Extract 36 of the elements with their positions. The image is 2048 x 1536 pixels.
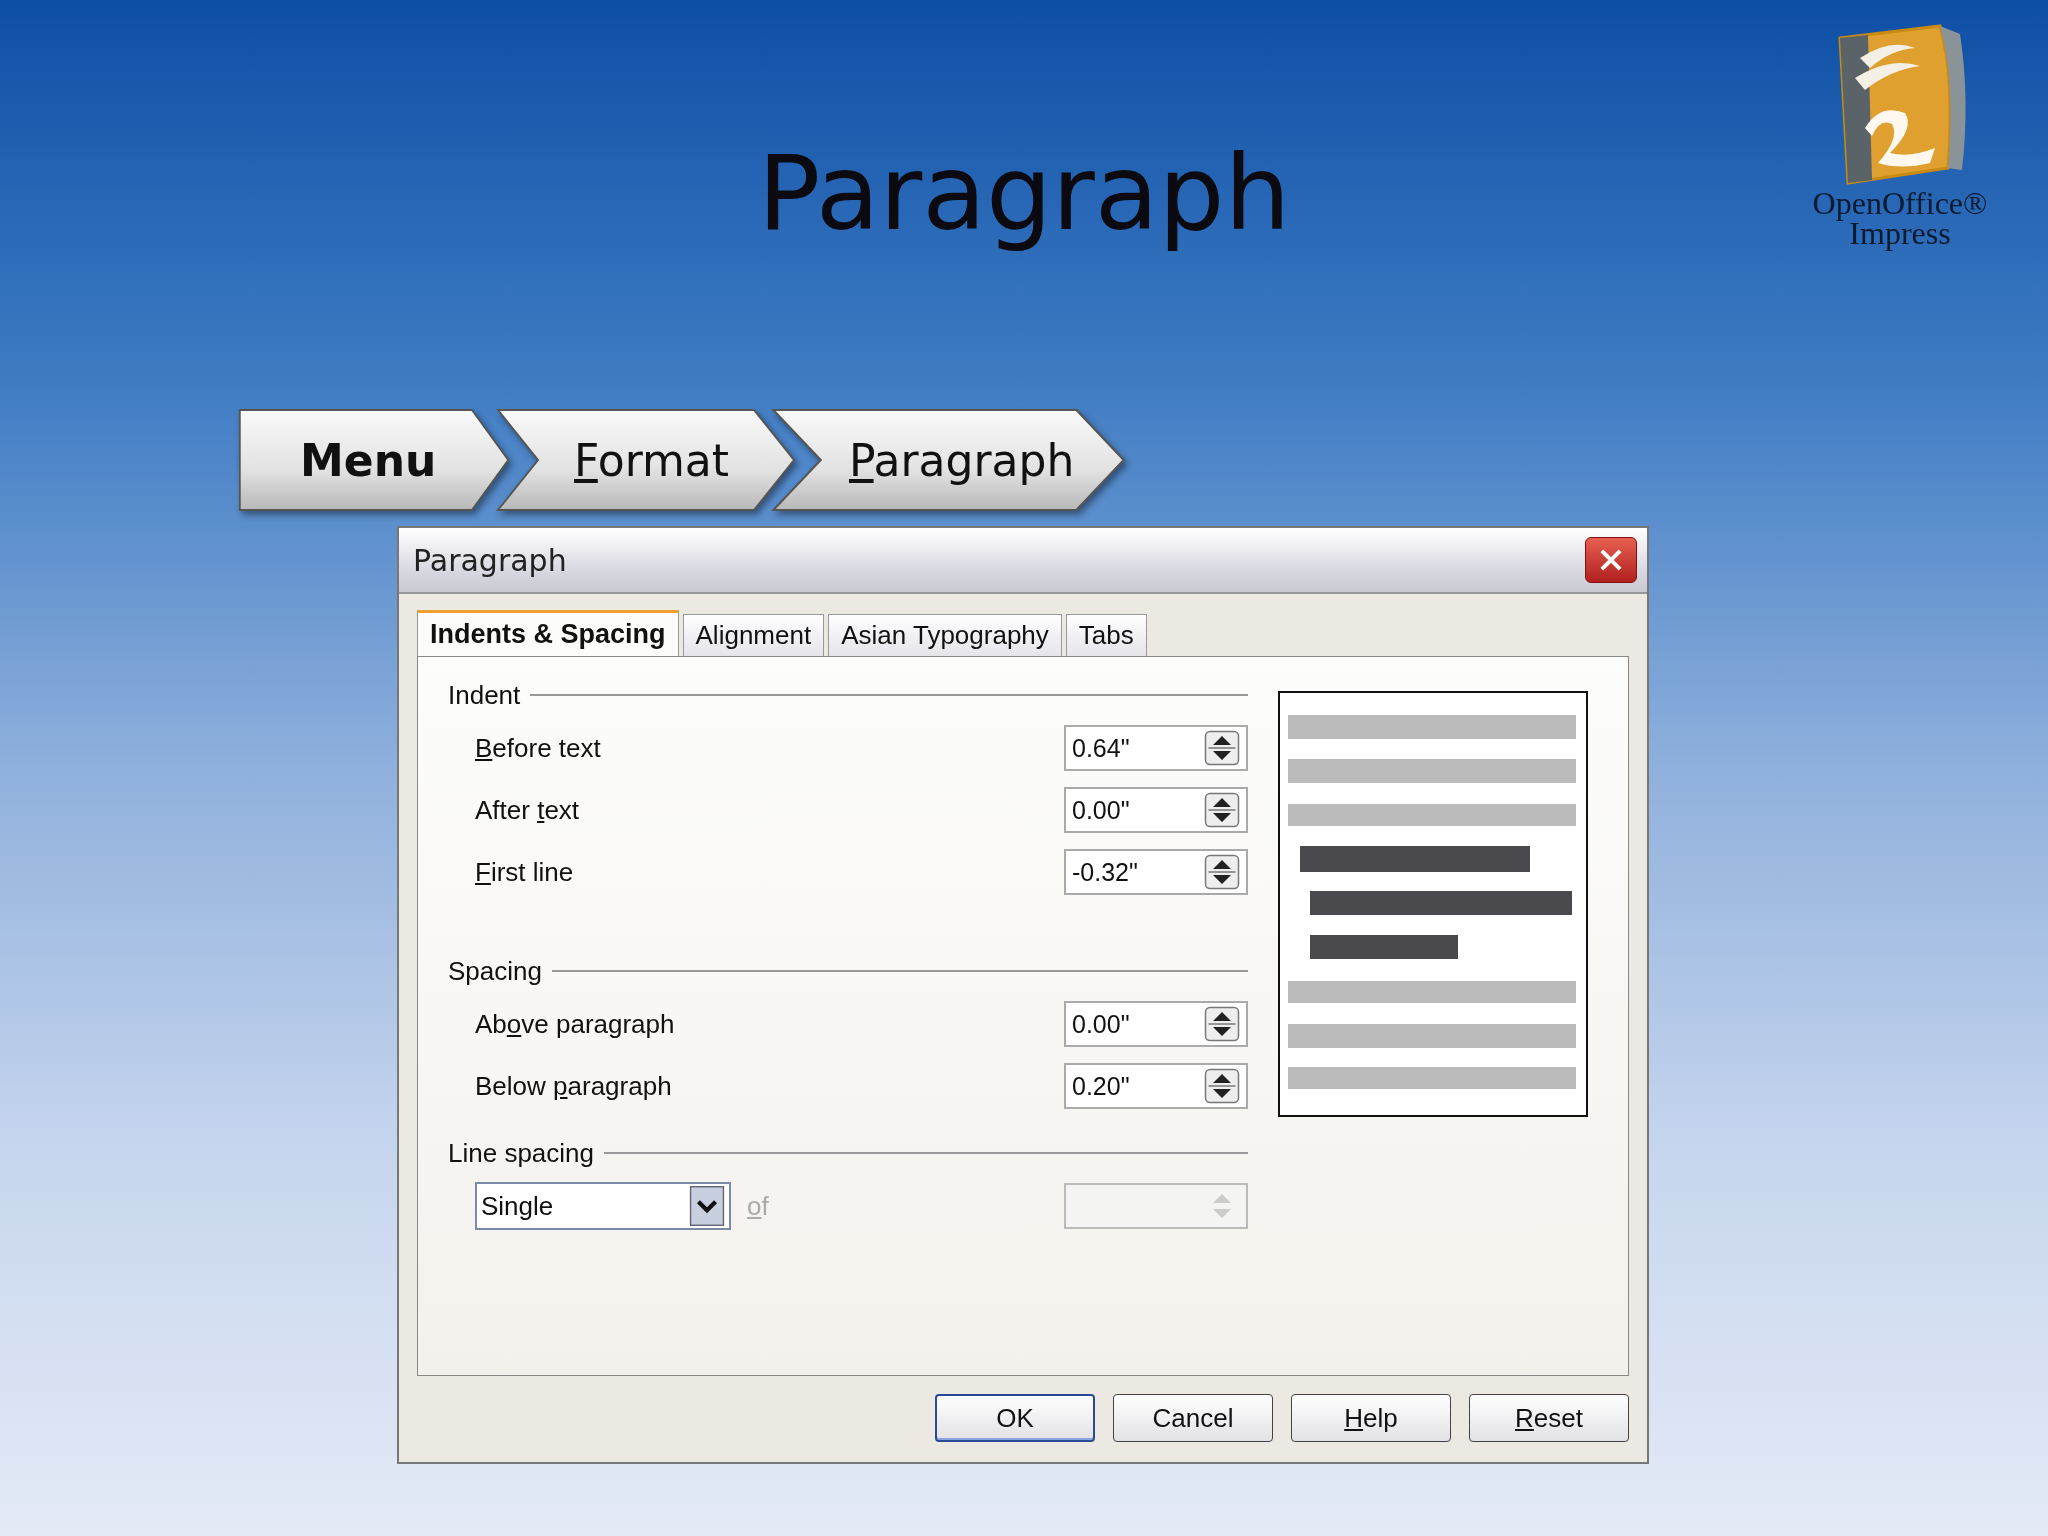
spin-field[interactable]: 0.64" bbox=[1064, 725, 1248, 771]
tab[interactable]: Indents & Spacing bbox=[417, 610, 679, 656]
field-label: After text bbox=[475, 794, 580, 826]
tab[interactable]: Asian Typography bbox=[828, 614, 1062, 656]
dialog-button[interactable]: OK bbox=[935, 1394, 1095, 1442]
spin-arrows-icon bbox=[1204, 730, 1240, 766]
dialog-button[interactable]: Help bbox=[1291, 1394, 1451, 1442]
field-label: of bbox=[747, 1190, 769, 1222]
tab[interactable]: Tabs bbox=[1065, 614, 1147, 656]
caret-icon bbox=[688, 1186, 726, 1226]
field-label: First line bbox=[475, 856, 574, 888]
spin-arrows-icon bbox=[1204, 854, 1240, 890]
breadcrumb-step: Menu bbox=[238, 408, 510, 512]
close-icon bbox=[1598, 547, 1624, 573]
spin-arrows-icon bbox=[1204, 792, 1240, 828]
dialog-button[interactable]: Cancel bbox=[1113, 1394, 1273, 1442]
spin-field[interactable]: 0.00" bbox=[1064, 787, 1248, 833]
dropdown[interactable]: Single bbox=[475, 1182, 731, 1230]
spin-arrows-icon bbox=[1204, 1068, 1240, 1104]
field-label: Below paragraph bbox=[475, 1070, 672, 1102]
field-label: Above paragraph bbox=[475, 1008, 675, 1040]
breadcrumb-step: Format bbox=[496, 408, 796, 512]
dialog-button[interactable]: Reset bbox=[1469, 1394, 1629, 1442]
tab[interactable]: Alignment bbox=[682, 614, 825, 656]
field-label: Before text bbox=[475, 732, 601, 764]
spin-field[interactable]: -0.32" bbox=[1064, 849, 1248, 895]
group-heading: Indent bbox=[448, 679, 521, 711]
window-title: Paragraph bbox=[413, 542, 567, 578]
slide-title: Paragraph bbox=[757, 131, 1291, 256]
spin-arrows-icon bbox=[1204, 1006, 1240, 1042]
group-heading: Spacing bbox=[448, 955, 542, 987]
close-button[interactable] bbox=[1585, 537, 1637, 583]
breadcrumb-step: Paragraph bbox=[771, 408, 1126, 512]
group-heading: Line spacing bbox=[448, 1137, 594, 1169]
spin-field[interactable]: 0.20" bbox=[1064, 1063, 1248, 1109]
spin-field[interactable]: 0.00" bbox=[1064, 1001, 1248, 1047]
